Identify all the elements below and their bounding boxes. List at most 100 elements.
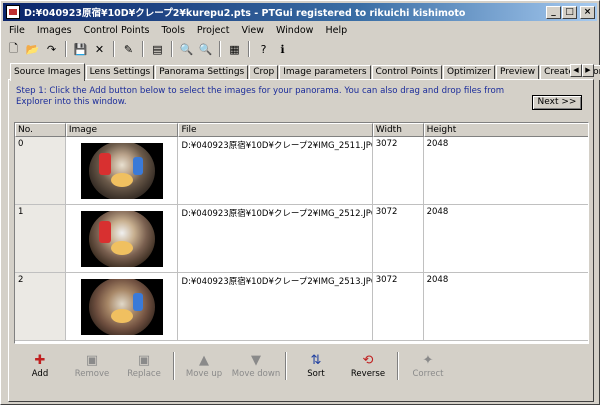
- menu-view[interactable]: View: [235, 25, 270, 36]
- info-icon[interactable]: ℹ: [274, 41, 291, 58]
- sort-icon: ⇅: [310, 352, 322, 368]
- reverse-icon: ⟲: [362, 352, 374, 368]
- actions-separator: [285, 351, 287, 380]
- menu-window[interactable]: Window: [270, 25, 319, 36]
- column-header-image[interactable]: Image: [65, 123, 179, 137]
- table-header: No. Image File Width Height: [15, 123, 588, 137]
- column-header-height[interactable]: Height: [423, 123, 588, 137]
- correct-button[interactable]: ✦ Correct: [402, 353, 454, 379]
- menu-bar: File Images Control Points Tools Project…: [3, 22, 597, 38]
- actions-separator: [173, 351, 175, 380]
- move-up-button[interactable]: ▲ Move up: [178, 353, 230, 379]
- tab-lens-settings[interactable]: Lens Settings: [85, 65, 155, 80]
- toolbar-separator: [142, 41, 144, 57]
- tab-strip: Source Images Lens Settings Panorama Set…: [10, 63, 600, 81]
- column-header-no[interactable]: No.: [15, 123, 66, 137]
- add-button[interactable]: ✚ Add: [14, 353, 66, 379]
- image-height: 2048: [426, 275, 449, 285]
- tab-crop[interactable]: Crop: [249, 65, 279, 80]
- file-path: D:¥040923原宿¥10D¥クレープ2¥IMG_2512.JPG: [178, 205, 373, 272]
- actions-separator: [397, 351, 399, 380]
- images-table: No. Image File Width Height 0 D:¥040923原…: [14, 122, 589, 344]
- image-thumbnail: [80, 278, 163, 335]
- remove-icon: ▣: [85, 352, 99, 368]
- file-path: D:¥040923原宿¥10D¥クレープ2¥IMG_2513.JPG: [178, 273, 373, 340]
- image-thumbnail: [80, 142, 163, 199]
- image-height: 2048: [426, 139, 449, 149]
- toolbar-separator: [248, 41, 250, 57]
- wand-icon[interactable]: ✎: [120, 41, 137, 58]
- close-button[interactable]: ×: [580, 5, 595, 19]
- table-row[interactable]: 2 D:¥040923原宿¥10D¥クレープ2¥IMG_2513.JPG 307…: [15, 273, 588, 341]
- menu-file[interactable]: File: [3, 25, 31, 36]
- column-header-width[interactable]: Width: [372, 123, 424, 137]
- tab-control-points[interactable]: Control Points: [371, 65, 442, 80]
- properties-icon[interactable]: ▤: [149, 41, 166, 58]
- zoom-in-icon[interactable]: 🔍: [178, 41, 195, 58]
- replace-icon: ▣: [137, 352, 151, 368]
- move-up-label: Move up: [185, 368, 223, 379]
- tab-scroll-left-button[interactable]: ◀: [570, 64, 582, 77]
- ptgui-window: D:¥040923原宿¥10D¥クレープ2¥kurepu2.pts - PTGu…: [0, 0, 600, 405]
- move-down-button[interactable]: ▼ Move down: [230, 353, 282, 379]
- panorama-icon[interactable]: ▦: [226, 41, 243, 58]
- column-header-file[interactable]: File: [178, 123, 373, 137]
- toolbar-separator: [65, 41, 67, 57]
- row-number: 2: [15, 273, 66, 340]
- reverse-label: Reverse: [350, 368, 386, 379]
- tab-preview[interactable]: Preview: [496, 65, 540, 80]
- title-bar[interactable]: D:¥040923原宿¥10D¥クレープ2¥kurepu2.pts - PTGu…: [3, 3, 597, 21]
- app-icon[interactable]: [6, 5, 20, 19]
- menu-control-points[interactable]: Control Points: [78, 25, 156, 36]
- step-instructions: Step 1: Click the Add button below to se…: [16, 86, 505, 107]
- image-thumbnail-cell: [66, 273, 179, 340]
- save-icon[interactable]: 💾: [72, 41, 89, 58]
- toolbar-separator: [113, 41, 115, 57]
- image-width: 3072: [373, 205, 424, 272]
- delete-icon[interactable]: ✕: [91, 41, 108, 58]
- sort-label: Sort: [307, 368, 325, 379]
- move-up-icon: ▲: [199, 352, 209, 368]
- image-thumbnail-cell: [66, 137, 179, 204]
- window-title: D:¥040923原宿¥10D¥クレープ2¥kurepu2.pts - PTGu…: [24, 8, 466, 19]
- tab-image-parameters[interactable]: Image parameters: [279, 65, 371, 80]
- tab-scroll: ◀ ▶: [570, 64, 594, 77]
- menu-images[interactable]: Images: [31, 25, 78, 36]
- image-thumbnail: [80, 210, 163, 267]
- correct-label: Correct: [412, 368, 444, 379]
- tab-source-images[interactable]: Source Images: [10, 63, 85, 81]
- image-actions-bar: ✚ Add ▣ Remove ▣ Replace ▲ Move up ▼ Mov…: [14, 348, 589, 383]
- zoom-out-icon[interactable]: 🔍: [197, 41, 214, 58]
- toolbar-separator: [171, 41, 173, 57]
- menu-help[interactable]: Help: [319, 25, 353, 36]
- replace-label: Replace: [127, 368, 161, 379]
- sort-button[interactable]: ⇅ Sort: [290, 353, 342, 379]
- tab-panorama-settings[interactable]: Panorama Settings: [155, 65, 249, 80]
- new-icon[interactable]: 🗋: [5, 41, 22, 58]
- table-row[interactable]: 1 D:¥040923原宿¥10D¥クレープ2¥IMG_2512.JPG 307…: [15, 205, 588, 273]
- redo-icon[interactable]: ↷: [43, 41, 60, 58]
- add-icon: ✚: [34, 352, 46, 368]
- image-width: 3072: [373, 137, 424, 204]
- menu-tools[interactable]: Tools: [156, 25, 191, 36]
- remove-label: Remove: [74, 368, 110, 379]
- maximize-button[interactable]: □: [562, 5, 577, 19]
- tab-scroll-right-button[interactable]: ▶: [582, 64, 594, 77]
- remove-button[interactable]: ▣ Remove: [66, 353, 118, 379]
- replace-button[interactable]: ▣ Replace: [118, 353, 170, 379]
- row-number: 1: [15, 205, 66, 272]
- minimize-button[interactable]: _: [546, 5, 561, 19]
- open-icon[interactable]: 📂: [24, 41, 41, 58]
- table-row[interactable]: 0 D:¥040923原宿¥10D¥クレープ2¥IMG_2511.JPG 307…: [15, 137, 588, 205]
- image-width: 3072: [373, 273, 424, 340]
- help-icon[interactable]: ?: [255, 41, 272, 58]
- correct-icon: ✦: [422, 352, 434, 368]
- file-path: D:¥040923原宿¥10D¥クレープ2¥IMG_2511.JPG: [178, 137, 373, 204]
- move-down-icon: ▼: [251, 352, 261, 368]
- reverse-button[interactable]: ⟲ Reverse: [342, 353, 394, 379]
- image-height: 2048: [426, 207, 449, 217]
- tab-optimizer[interactable]: Optimizer: [442, 65, 496, 80]
- menu-project[interactable]: Project: [191, 25, 236, 36]
- next-button[interactable]: Next >>: [532, 95, 582, 110]
- add-label: Add: [31, 368, 49, 379]
